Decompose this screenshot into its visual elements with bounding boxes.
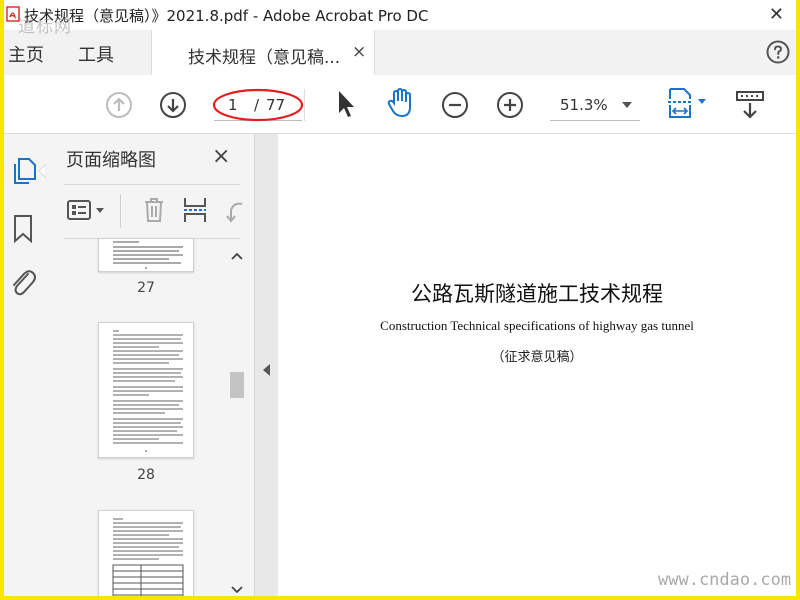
rotate-icon[interactable]: [224, 198, 246, 224]
panel-title: 页面缩略图: [66, 150, 156, 171]
insert-page-icon[interactable]: [182, 196, 208, 224]
document-tab-label: 技术规程（意见稿...: [188, 48, 341, 68]
tab-home[interactable]: 主页: [8, 41, 44, 67]
watermark-top-left: 道标网: [18, 17, 72, 37]
thumbnail-text-lines: [113, 241, 183, 269]
panel-splitter[interactable]: [254, 134, 279, 596]
fit-page-icon[interactable]: [666, 87, 712, 121]
arrow-down-circle-icon[interactable]: [159, 91, 187, 119]
page-thumbnail[interactable]: [98, 238, 194, 272]
document-title-chinese: 公路瓦斯隧道施工技术规程: [411, 282, 663, 306]
title-bar: 技术规程（意见稿）》2021.8.pdf - Adobe Acrobat Pro…: [4, 0, 796, 30]
thumbnail-panel: 页面缩略图 × 27 28: [46, 134, 254, 596]
acrobat-window: 技术规程（意见稿）》2021.8.pdf - Adobe Acrobat Pro…: [4, 0, 796, 596]
close-tab-icon[interactable]: ×: [352, 42, 366, 62]
panel-divider: [64, 184, 240, 185]
thumbnail-options-icon[interactable]: [66, 198, 108, 224]
collapse-panel-icon[interactable]: [263, 364, 270, 376]
page-thumbnail[interactable]: [98, 510, 194, 596]
window-title: 技术规程（意见稿）》2021.8.pdf - Adobe Acrobat Pro…: [24, 7, 429, 25]
zoom-in-icon[interactable]: [496, 91, 524, 119]
zoom-value: 51.3%: [560, 96, 608, 114]
zoom-out-icon[interactable]: [441, 91, 469, 119]
thumbnail-scrollbar[interactable]: [227, 244, 247, 596]
bookmark-icon[interactable]: [12, 214, 34, 244]
scroll-mode-icon[interactable]: [734, 89, 766, 121]
hand-icon[interactable]: [386, 87, 416, 119]
toolbar-divider: [304, 89, 305, 121]
tab-bar: 主页 工具 技术规程（意见稿... ×: [4, 30, 796, 76]
close-icon[interactable]: ✕: [769, 4, 784, 25]
thumbnail-text-lines: [113, 330, 183, 452]
document-status: （征求意见稿）: [491, 350, 583, 365]
chevron-down-icon[interactable]: [231, 586, 243, 594]
highlight-ellipse-annotation: [212, 88, 304, 122]
paperclip-icon[interactable]: [8, 266, 38, 298]
thumbnail-page-number: 27: [137, 280, 155, 296]
chevron-up-icon[interactable]: [231, 252, 243, 260]
watermark-bottom-right: www.cndao.com: [658, 570, 792, 590]
navigation-rail: [4, 134, 47, 596]
zoom-dropdown[interactable]: 51.3%: [550, 92, 640, 121]
page-thumbnail[interactable]: [98, 322, 194, 458]
cursor-arrow-icon[interactable]: [336, 89, 356, 119]
document-page: 公路瓦斯隧道施工技术规程 Construction Technical spec…: [278, 134, 796, 596]
thumbnail-text-lines: [112, 518, 184, 596]
toolbar: 1 / 77 51.3%: [4, 75, 796, 134]
scrollbar-thumb[interactable]: [230, 372, 244, 398]
tab-document[interactable]: 技术规程（意见稿... ×: [151, 30, 375, 75]
arrow-up-circle-icon[interactable]: [105, 91, 133, 119]
trash-icon[interactable]: [142, 196, 166, 224]
pages-panel-icon[interactable]: [10, 156, 38, 186]
thumbnail-page-number: 28: [137, 467, 155, 483]
chevron-down-icon: [622, 102, 632, 108]
toolbar-divider: [120, 194, 121, 228]
active-panel-pointer: [38, 164, 46, 178]
document-title-english: Construction Technical specifications of…: [380, 318, 694, 333]
help-icon[interactable]: [766, 40, 790, 64]
tab-tools[interactable]: 工具: [78, 41, 114, 67]
close-panel-icon[interactable]: ×: [212, 144, 230, 169]
